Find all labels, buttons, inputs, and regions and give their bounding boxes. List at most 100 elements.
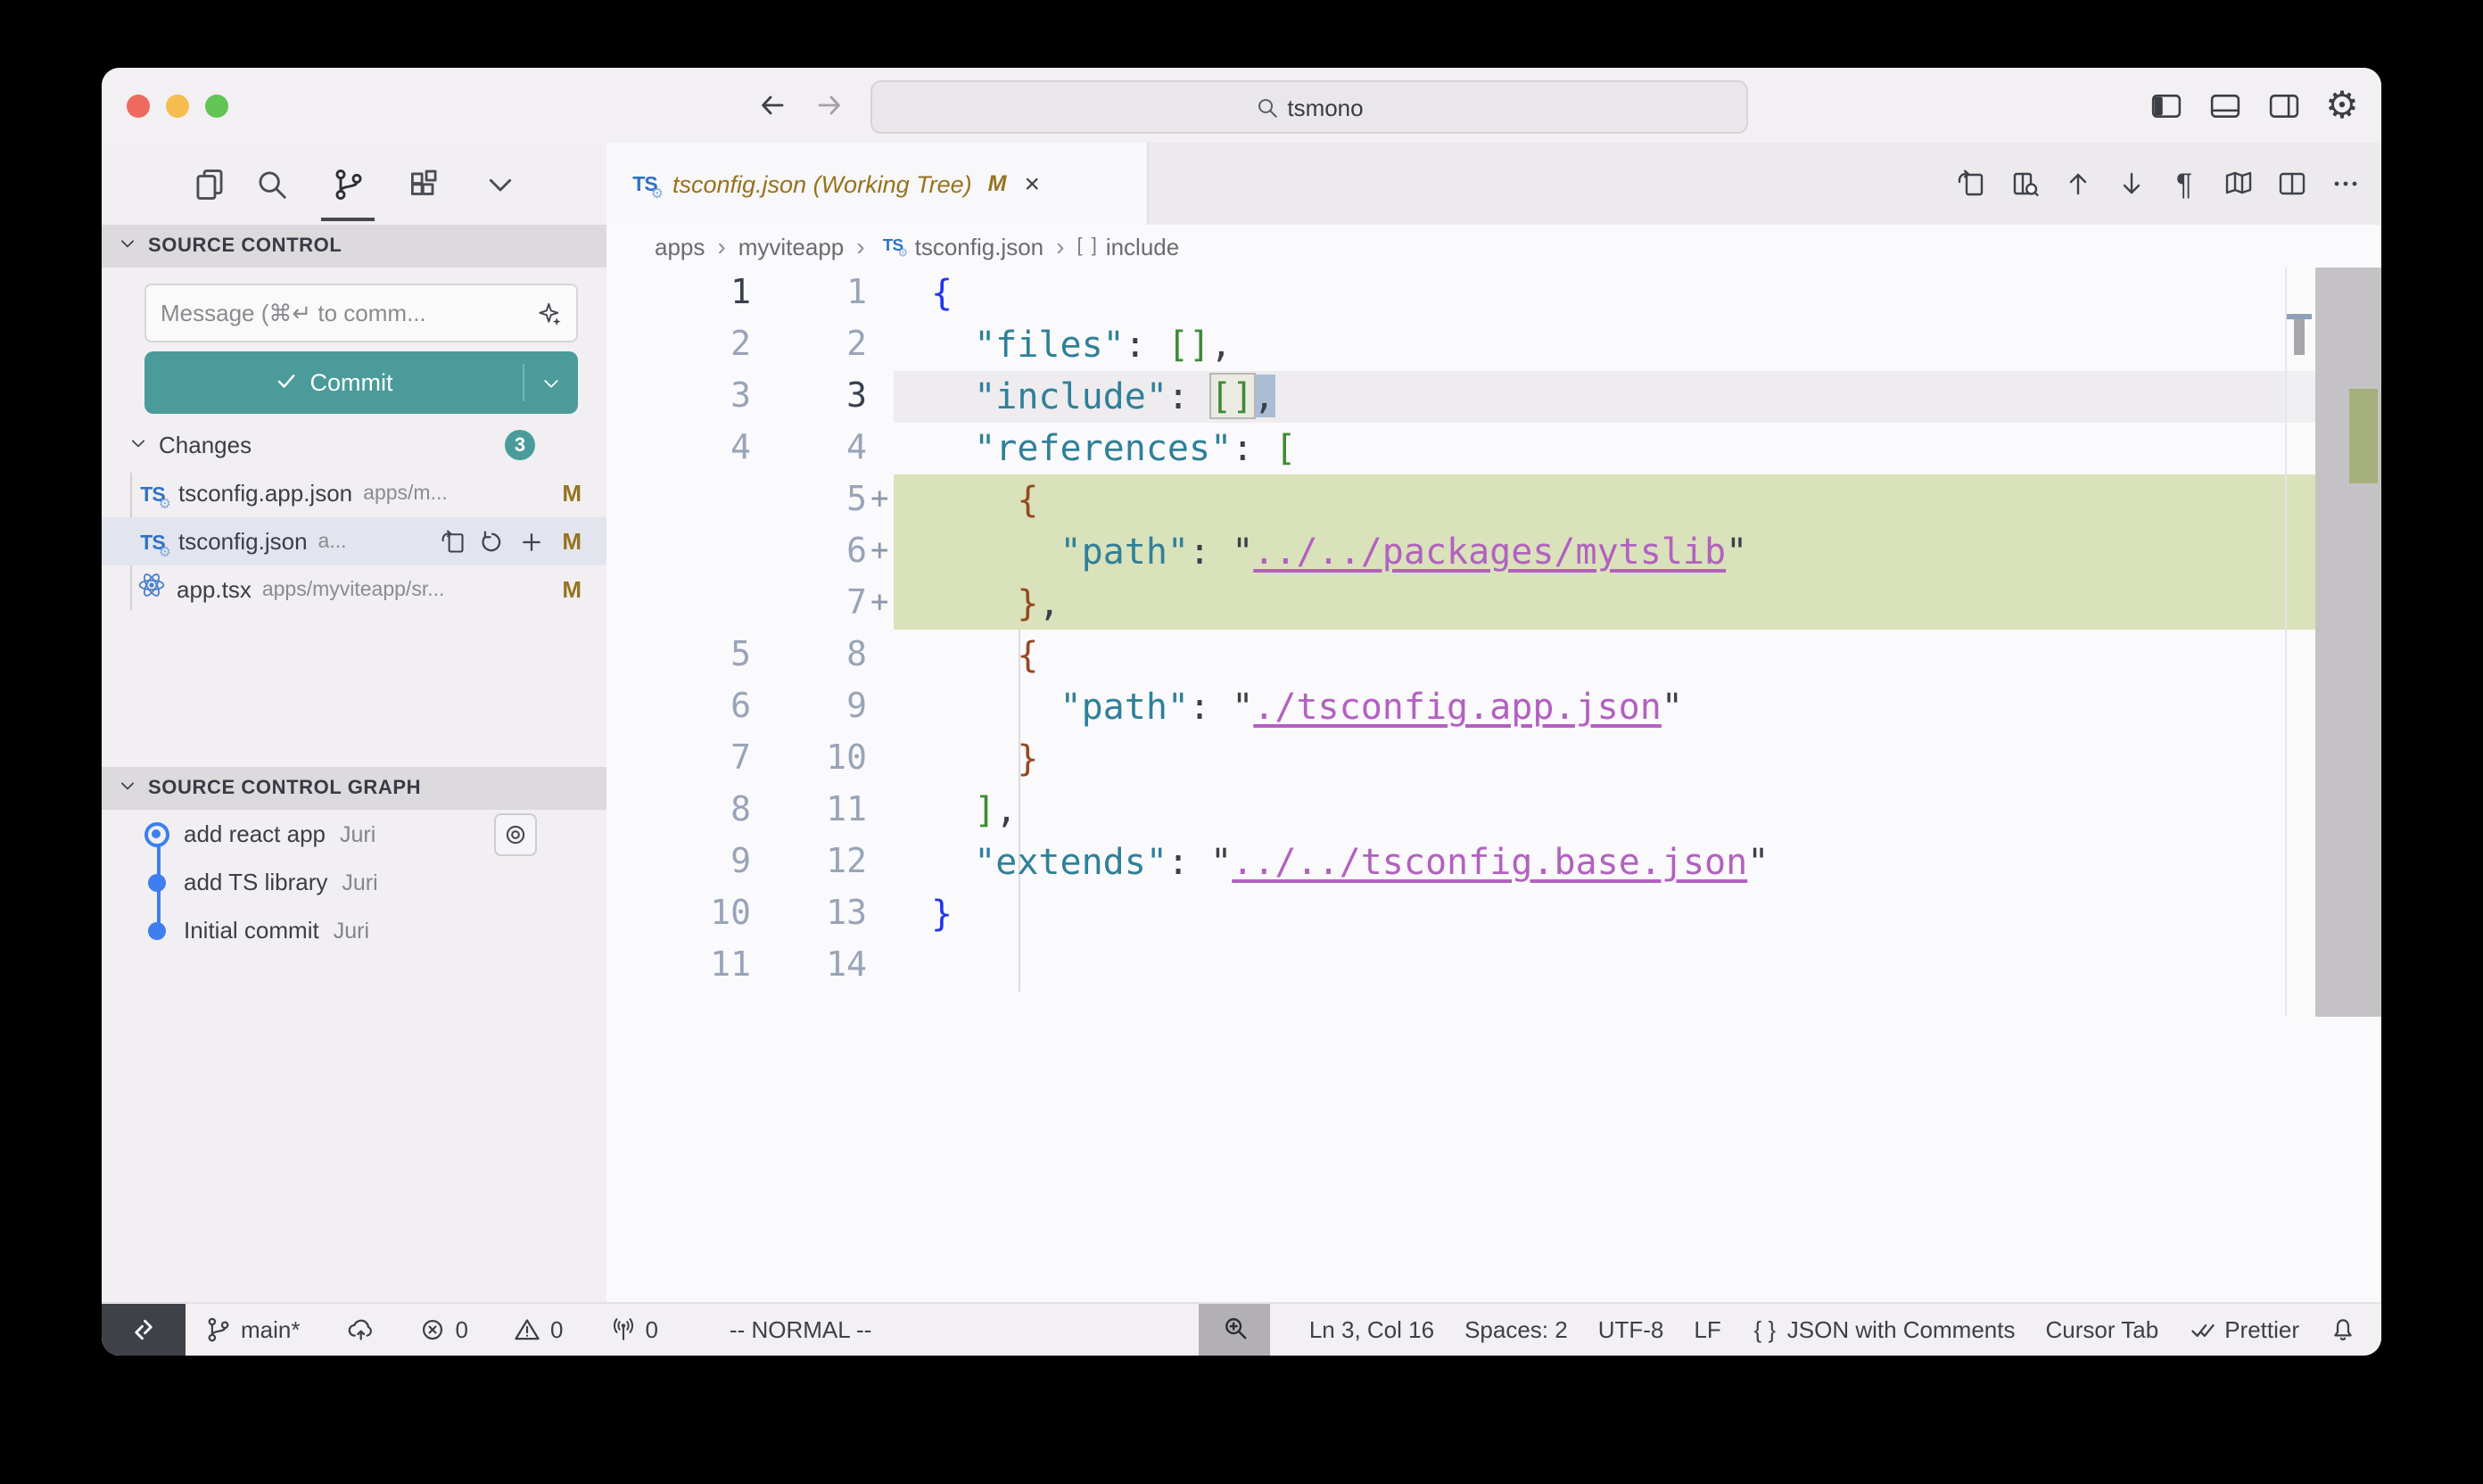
breadcrumb-item[interactable]: myviteapp	[738, 233, 845, 260]
source-control-graph-header[interactable]: SOURCE CONTROL GRAPH	[102, 767, 606, 810]
code-line[interactable]: 6+ "path": "../../packages/mytslib"	[606, 526, 2287, 578]
commit-author: Juri	[334, 918, 369, 943]
activity-item-files[interactable]	[178, 153, 239, 214]
back-arrow-icon[interactable]	[755, 87, 790, 123]
code-line[interactable]: 44 "references": [	[606, 423, 2287, 474]
activity-item-chevron-down[interactable]	[469, 153, 530, 214]
open-file-icon[interactable]	[1955, 169, 1985, 199]
breadcrumb-item[interactable]: apps	[655, 233, 705, 260]
gear-icon[interactable]: ⚙	[2324, 87, 2360, 123]
arrow-up-icon[interactable]	[2062, 169, 2092, 199]
map-icon[interactable]	[2223, 169, 2253, 199]
commit-dot-icon	[148, 873, 166, 891]
tab-label: tsconfig.json (Working Tree)	[672, 170, 972, 197]
status-item-antenna[interactable]: 0	[609, 1316, 657, 1343]
code-line[interactable]: 912 "extends": "../../tsconfig.base.json…	[606, 837, 2287, 888]
code-line[interactable]: 5+ {	[606, 474, 2287, 526]
scrollbar[interactable]	[2315, 268, 2381, 1017]
open-file-icon[interactable]	[441, 529, 466, 554]
status-item-lf[interactable]: LF	[1694, 1316, 1720, 1343]
source-control-header[interactable]: SOURCE CONTROL	[102, 225, 606, 268]
cloud-upload-icon	[347, 1316, 374, 1343]
status-item-prettier[interactable]: Prettier	[2189, 1316, 2299, 1343]
ellipsis-icon[interactable]	[2330, 169, 2360, 199]
status-item-utf-8[interactable]: UTF-8	[1598, 1316, 1664, 1343]
minimize-window-button[interactable]	[166, 95, 189, 118]
code-line[interactable]: 7+ },	[606, 578, 2287, 630]
status-item-spaces-2[interactable]: Spaces: 2	[1464, 1316, 1568, 1343]
minimap[interactable]	[2285, 268, 2315, 1017]
code-token	[931, 840, 974, 883]
commit-row[interactable]: add TS libraryJuri	[102, 858, 606, 906]
forward-arrow-icon[interactable]	[812, 87, 847, 123]
activity-item-source-control[interactable]	[318, 153, 378, 214]
commit-message-input[interactable]: Message (⌘↵ to comm...	[144, 284, 578, 342]
chevron-down-icon	[118, 776, 137, 801]
activity-item-search[interactable]	[242, 153, 302, 214]
git-modified-badge: M	[562, 576, 582, 603]
sparkle-icon[interactable]	[537, 301, 562, 326]
tab-tsconfig-working-tree[interactable]: TS⚙ tsconfig.json (Working Tree) M ×	[606, 143, 1149, 225]
commit-row[interactable]: add react appJuri	[102, 810, 606, 858]
changed-file-row[interactable]: app.tsxapps/myviteapp/sr...M	[102, 565, 606, 614]
code-line[interactable]: 33 "include": [],	[606, 371, 2287, 423]
code-token: ,	[1253, 375, 1274, 417]
breadcrumb-item[interactable]: [ ]include	[1077, 233, 1179, 260]
commit-button[interactable]: Commit	[144, 351, 578, 414]
layout-sidebar-right-icon[interactable]	[2265, 87, 2301, 123]
commit-dropdown-button[interactable]	[524, 372, 578, 393]
code-line[interactable]: 22 "files": [],	[606, 319, 2287, 371]
status-item-json-with-comments[interactable]: { }JSON with Comments	[1752, 1316, 2016, 1343]
breadcrumb-item[interactable]: TS⚙tsconfig.json	[878, 232, 1044, 260]
status-item-bell[interactable]	[2330, 1316, 2356, 1343]
status-item-cursor-tab[interactable]: Cursor Tab	[2046, 1316, 2159, 1343]
code-line[interactable]: 69 "path": "./tsconfig.app.json"	[606, 681, 2287, 733]
code-token	[1146, 323, 1167, 366]
discard-icon[interactable]	[480, 529, 505, 554]
code-link[interactable]: ./tsconfig.app.json	[1253, 685, 1662, 728]
code-line[interactable]: 11{	[606, 268, 2287, 319]
status-item-cloud-upload[interactable]	[347, 1316, 374, 1343]
diff-editor[interactable]: 11{22 "files": [],33 "include": [],44 "r…	[606, 268, 2381, 1304]
code-line[interactable]: 1114	[606, 940, 2287, 992]
zoom-status-item[interactable]	[1199, 1304, 1270, 1356]
close-window-button[interactable]	[127, 95, 150, 118]
diff-search-icon[interactable]	[2009, 169, 2039, 199]
changes-count-badge: 3	[505, 430, 535, 460]
line-number-original: 6	[606, 681, 751, 733]
code-line[interactable]: 811 ],	[606, 785, 2287, 837]
pilcrow-icon[interactable]: ¶	[2169, 169, 2199, 199]
code-token: "	[1232, 685, 1253, 728]
code-link[interactable]: ../../packages/mytslib	[1253, 530, 1726, 573]
status-item-git-branch[interactable]: main*	[205, 1316, 301, 1343]
code-line[interactable]: 58 {	[606, 630, 2287, 681]
plus-icon[interactable]	[519, 529, 544, 554]
layout-sidebar-left-icon[interactable]	[2148, 87, 2183, 123]
code-token	[931, 478, 1017, 521]
code-line-content: "extends": "../../tsconfig.base.json"	[894, 837, 2287, 888]
tab-bar: TS⚙ tsconfig.json (Working Tree) M × ¶	[606, 143, 2381, 225]
arrow-down-icon[interactable]	[2116, 169, 2146, 199]
target-icon[interactable]	[494, 813, 537, 856]
split-editor-icon[interactable]	[2276, 169, 2306, 199]
code-line[interactable]: 1013}	[606, 888, 2287, 940]
remote-indicator[interactable]	[102, 1304, 186, 1356]
zoom-in-icon	[1221, 1314, 1248, 1346]
changed-file-row[interactable]: TS⚙tsconfig.jsona...M	[102, 517, 606, 565]
code-line[interactable]: 710 }	[606, 733, 2287, 785]
layout-panel-icon[interactable]	[2207, 87, 2242, 123]
changes-section-header[interactable]: Changes 3	[102, 421, 606, 469]
status-item-warning[interactable]: 0	[515, 1316, 563, 1343]
status-item-error[interactable]: 0	[420, 1316, 468, 1343]
command-center-search[interactable]: tsmono	[870, 80, 1748, 134]
added-line-marker: +	[867, 474, 894, 526]
status-item-ln-3-col-16[interactable]: Ln 3, Col 16	[1309, 1316, 1434, 1343]
added-line-marker	[867, 268, 894, 319]
added-line-marker	[867, 837, 894, 888]
activity-item-extensions[interactable]	[393, 153, 454, 214]
close-icon[interactable]: ×	[1024, 169, 1040, 199]
zoom-window-button[interactable]	[205, 95, 228, 118]
code-link[interactable]: ../../tsconfig.base.json	[1232, 840, 1747, 883]
changed-file-row[interactable]: TS⚙tsconfig.app.jsonapps/m...M	[102, 469, 606, 517]
commit-row[interactable]: Initial commitJuri	[102, 906, 606, 954]
